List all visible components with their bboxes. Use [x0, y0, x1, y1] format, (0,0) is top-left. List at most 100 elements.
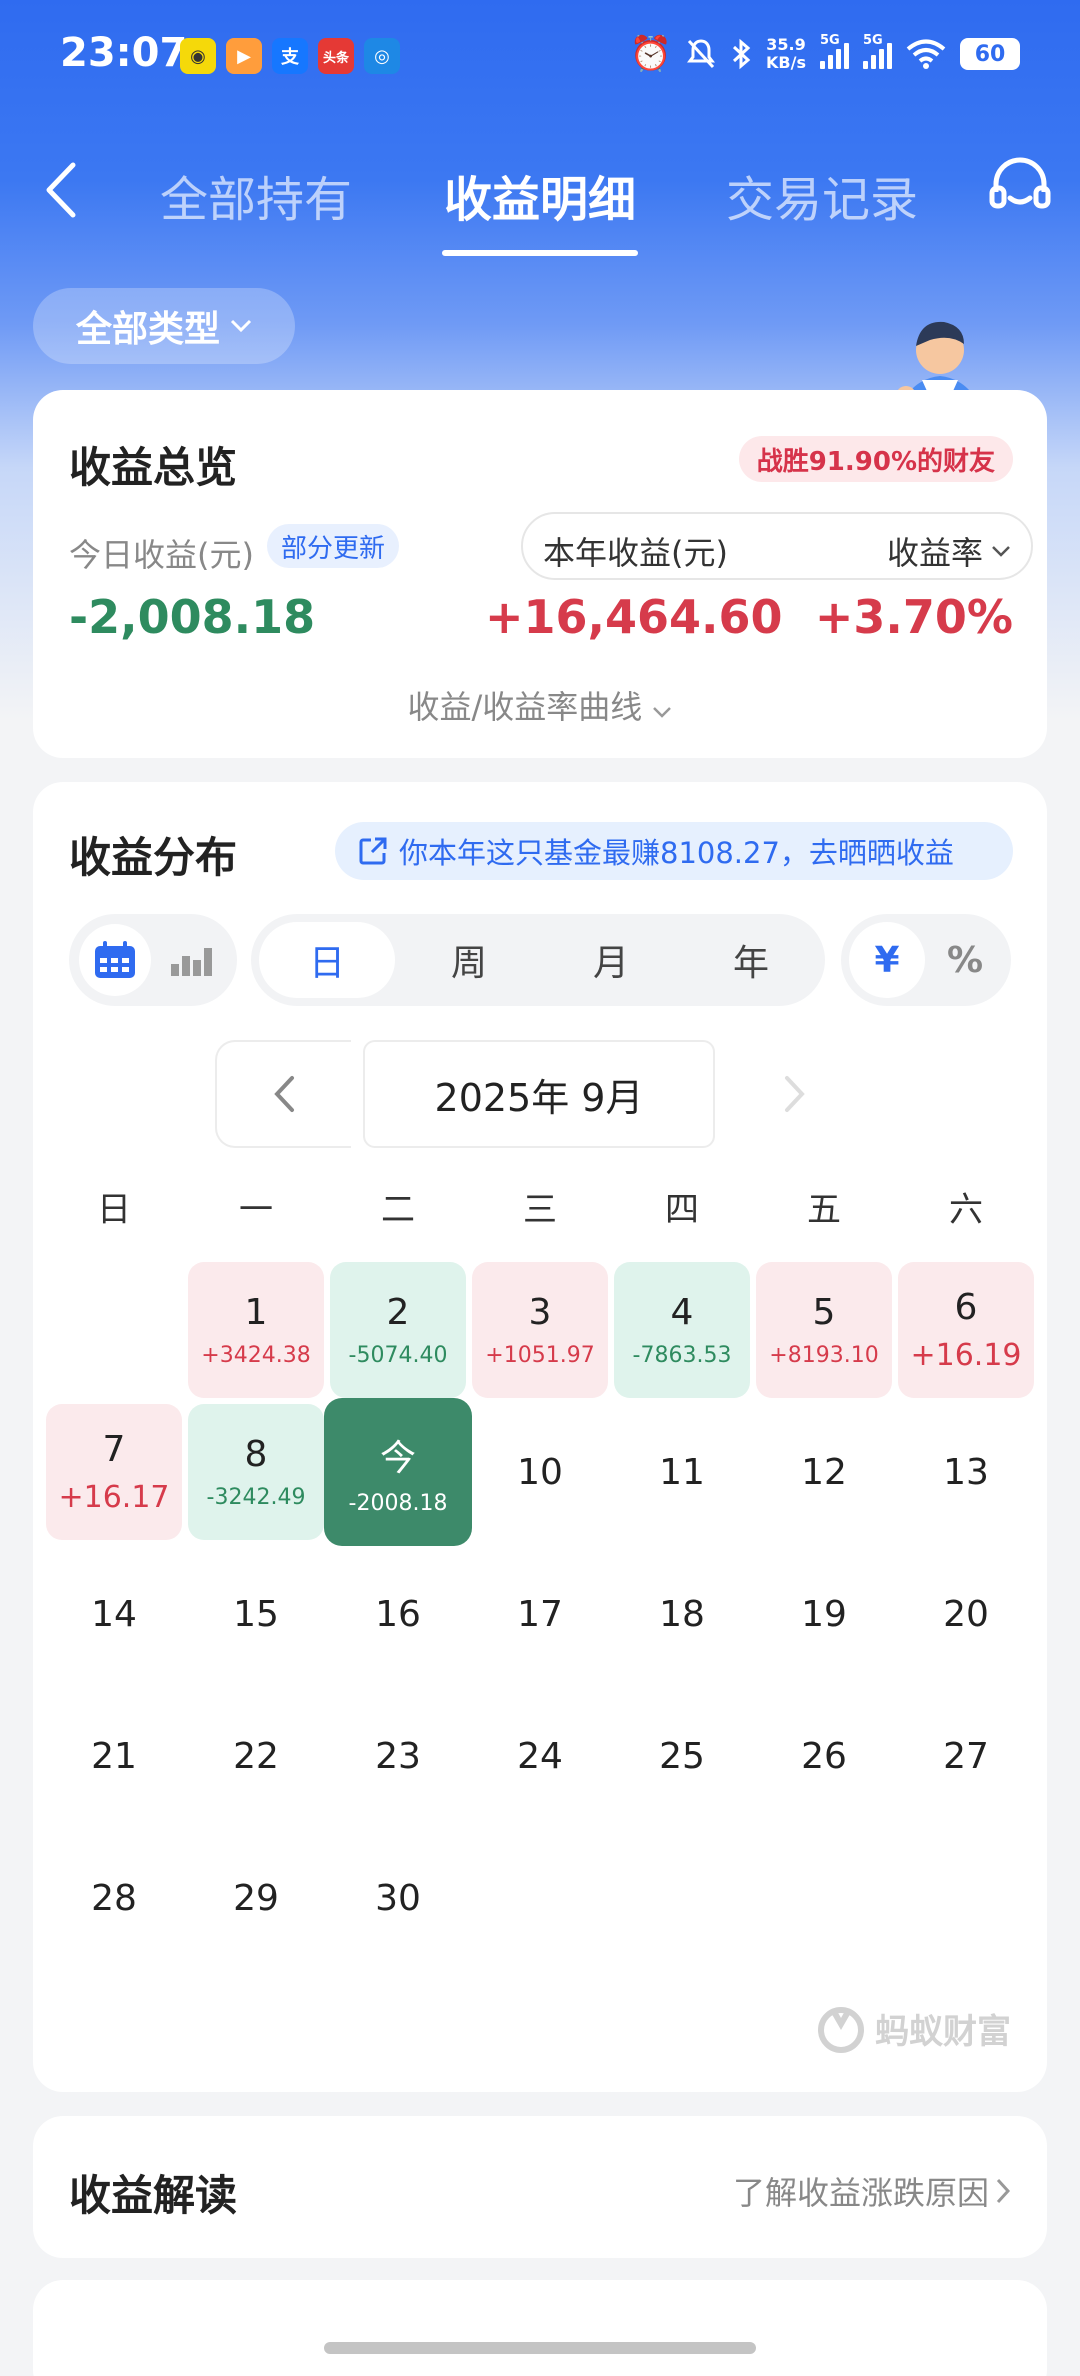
- calendar-day[interactable]: 14: [46, 1546, 182, 1682]
- day-number: 7: [102, 1429, 126, 1470]
- earnings-distribution-card: 收益分布 你本年这只基金最赚8108.27，去晒晒收益 日 周 月 年 ¥ % …: [33, 782, 1047, 2092]
- day-number: 17: [517, 1593, 563, 1635]
- prev-month-button[interactable]: [215, 1040, 351, 1148]
- day-number: 11: [659, 1451, 705, 1493]
- weekday-label: 六: [949, 1190, 983, 1230]
- day-number: 16: [375, 1593, 421, 1635]
- tab-earnings-detail[interactable]: 收益明细: [444, 160, 636, 230]
- day-number: 25: [659, 1735, 705, 1777]
- calendar-day[interactable]: 24: [472, 1688, 608, 1824]
- back-arrow-icon: [46, 162, 76, 218]
- calendar-day[interactable]: 7 +16.17: [46, 1404, 182, 1540]
- day-number: 27: [943, 1735, 989, 1777]
- tab-all-holdings[interactable]: 全部持有: [160, 160, 352, 230]
- calendar-day[interactable]: 28: [46, 1830, 182, 1966]
- curve-toggle[interactable]: 收益/收益率曲线: [33, 682, 1047, 728]
- next-month-button[interactable]: [727, 1040, 863, 1148]
- day-number: 3: [528, 1292, 552, 1333]
- day-number: 30: [375, 1877, 421, 1919]
- calendar-day[interactable]: 2 -5074.40: [330, 1262, 466, 1398]
- calendar-day[interactable]: 15: [188, 1546, 324, 1682]
- rate-dropdown[interactable]: 收益率: [887, 528, 1011, 574]
- day-amount: +3424.38: [201, 1343, 311, 1368]
- period-day[interactable]: 日: [259, 922, 395, 998]
- calendar-day[interactable]: 27: [898, 1688, 1034, 1824]
- video-app-icon: ▶: [226, 38, 262, 74]
- calendar-day[interactable]: 5 +8193.10: [756, 1262, 892, 1398]
- calendar-day[interactable]: 21: [46, 1688, 182, 1824]
- calendar-day[interactable]: 25: [614, 1688, 750, 1824]
- day-number: 15: [233, 1593, 279, 1635]
- weekday-label: 二: [381, 1190, 415, 1230]
- calendar-day[interactable]: 8 -3242.49: [188, 1404, 324, 1540]
- calendar-view-button[interactable]: [79, 924, 151, 996]
- earnings-interpretation-card[interactable]: 收益解读 了解收益涨跌原因: [33, 2116, 1047, 2258]
- calendar-day[interactable]: 11: [614, 1404, 750, 1540]
- rate-dropdown-label: 收益率: [886, 534, 983, 572]
- partial-update-badge: 部分更新: [267, 524, 400, 568]
- back-button[interactable]: [30, 152, 90, 228]
- calendar-day[interactable]: 19: [756, 1546, 892, 1682]
- year-earnings-value: +16,464.60: [485, 590, 783, 644]
- calendar-day[interactable]: 3 +1051.97: [472, 1262, 608, 1398]
- calendar-day[interactable]: 22: [188, 1688, 324, 1824]
- chevron-down-icon: [992, 546, 1010, 557]
- chevron-right-icon: [785, 1076, 805, 1112]
- tab-transactions[interactable]: 交易记录: [726, 160, 918, 230]
- interpretation-link-text: 了解收益涨跌原因: [732, 2174, 989, 2212]
- day-amount: +16.19: [910, 1338, 1022, 1373]
- bar-chart-view-button[interactable]: [155, 924, 227, 996]
- calendar-day[interactable]: 12: [756, 1404, 892, 1540]
- unit-percent[interactable]: %: [927, 922, 1003, 998]
- battery-indicator: 60: [960, 38, 1020, 70]
- calendar-day[interactable]: 18: [614, 1546, 750, 1682]
- interpretation-title: 收益解读: [69, 2171, 238, 2220]
- chevron-down-icon: [230, 319, 252, 333]
- calendar-day[interactable]: 17: [472, 1546, 608, 1682]
- weekday-label: 五: [807, 1190, 841, 1230]
- circle-app-icon: ◎: [364, 38, 400, 74]
- mute-icon: [687, 39, 716, 69]
- type-filter-dropdown[interactable]: 全部类型: [33, 288, 295, 364]
- weekday-label: 四: [665, 1190, 699, 1230]
- calendar-day-today[interactable]: 今 -2008.18: [324, 1398, 472, 1546]
- brand-watermark: 蚂蚁财富: [815, 2002, 1011, 2054]
- calendar-icon: [95, 941, 135, 978]
- calendar-day[interactable]: 6 +16.19: [898, 1262, 1034, 1398]
- period-week[interactable]: 周: [401, 922, 537, 998]
- calendar-day[interactable]: 29: [188, 1830, 324, 1966]
- day-number: 8: [244, 1434, 268, 1475]
- customer-service-button[interactable]: [986, 154, 1054, 222]
- day-number: 14: [91, 1593, 137, 1635]
- home-indicator[interactable]: [324, 2342, 756, 2354]
- calendar-day[interactable]: 16: [330, 1546, 466, 1682]
- calendar-day[interactable]: 20: [898, 1546, 1034, 1682]
- year-earnings-label: 本年收益(元): [543, 534, 728, 572]
- year-earnings-pill: 本年收益(元) 收益率: [521, 512, 1033, 580]
- calendar-day[interactable]: 4 -7863.53: [614, 1262, 750, 1398]
- share-icon: [359, 837, 387, 865]
- view-toggle: [69, 914, 237, 1006]
- top-navigation: 全部持有 收益明细 交易记录: [0, 140, 1080, 260]
- period-month[interactable]: 月: [543, 922, 679, 998]
- calendar-day[interactable]: 23: [330, 1688, 466, 1824]
- interpretation-link[interactable]: 了解收益涨跌原因: [733, 2168, 1011, 2214]
- calendar-day[interactable]: 30: [330, 1830, 466, 1966]
- day-number: 21: [91, 1735, 137, 1777]
- share-earnings-banner[interactable]: 你本年这只基金最赚8108.27，去晒晒收益: [335, 822, 1013, 880]
- day-number: 18: [659, 1593, 705, 1635]
- unit-amount[interactable]: ¥: [849, 922, 925, 998]
- day-number: 1: [244, 1292, 268, 1333]
- day-number: 26: [801, 1735, 847, 1777]
- calendar-day[interactable]: 26: [756, 1688, 892, 1824]
- chevron-left-icon: [274, 1076, 294, 1112]
- calendar-day[interactable]: 1 +3424.38: [188, 1262, 324, 1398]
- weekday-label: 三: [523, 1190, 557, 1230]
- wifi-icon: [906, 39, 946, 69]
- calendar-day[interactable]: 13: [898, 1404, 1034, 1540]
- calendar-day[interactable]: 10: [472, 1404, 608, 1540]
- period-year[interactable]: 年: [683, 922, 819, 998]
- day-number: 29: [233, 1877, 279, 1919]
- day-amount: -5074.40: [348, 1343, 448, 1368]
- current-month: 2025年 9月: [363, 1040, 715, 1148]
